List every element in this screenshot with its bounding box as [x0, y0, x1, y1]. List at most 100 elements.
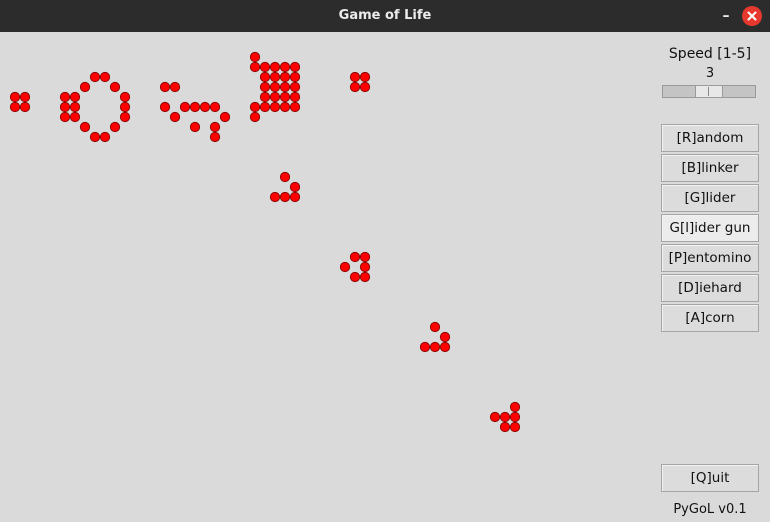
live-cell: [499, 421, 511, 433]
version-label: PyGoL v0.1: [673, 502, 747, 517]
live-cell: [189, 121, 201, 133]
live-cell: [279, 71, 291, 83]
live-cell: [269, 91, 281, 103]
live-cell: [79, 121, 91, 133]
live-cell: [269, 101, 281, 113]
live-cell: [169, 111, 181, 123]
live-cell: [349, 71, 361, 83]
live-cell: [209, 121, 221, 133]
live-cell: [439, 341, 451, 353]
live-cell: [59, 91, 71, 103]
live-cell: [359, 271, 371, 283]
diehard-button[interactable]: [D]iehard: [661, 274, 759, 302]
live-cell: [289, 191, 301, 203]
live-cell: [279, 81, 291, 93]
live-cell: [509, 421, 521, 433]
live-cell: [169, 81, 181, 93]
live-cell: [489, 411, 501, 423]
app-window: Game of Life – Speed [1-5] 3 [R]andom [B…: [0, 0, 770, 522]
live-cell: [279, 191, 291, 203]
live-cell: [99, 71, 111, 83]
live-cell: [279, 91, 291, 103]
close-icon: [747, 11, 757, 21]
live-cell: [119, 111, 131, 123]
pentomino-button[interactable]: [P]entomino: [661, 244, 759, 272]
live-cell: [279, 171, 291, 183]
live-cell: [259, 81, 271, 93]
blinker-button[interactable]: [B]linker: [661, 154, 759, 182]
live-cell: [359, 261, 371, 273]
live-cell: [289, 181, 301, 193]
live-cell: [119, 91, 131, 103]
live-cell: [279, 61, 291, 73]
live-cell: [119, 101, 131, 113]
live-cell: [259, 61, 271, 73]
live-cell: [209, 101, 221, 113]
live-cell: [349, 81, 361, 93]
live-cell: [279, 101, 291, 113]
live-cell: [109, 81, 121, 93]
live-cell: [289, 101, 301, 113]
control-panel: Speed [1-5] 3 [R]andom [B]linker [G]lide…: [650, 32, 770, 522]
speed-slider-thumb[interactable]: [695, 85, 723, 98]
live-cell: [509, 401, 521, 413]
live-cell: [9, 91, 21, 103]
live-cell: [289, 61, 301, 73]
glider-gun-button[interactable]: G[l]ider gun: [661, 214, 759, 242]
live-cell: [59, 101, 71, 113]
live-cell: [79, 81, 91, 93]
live-cell: [219, 111, 231, 123]
live-cell: [269, 191, 281, 203]
live-cell: [69, 111, 81, 123]
live-cell: [359, 81, 371, 93]
live-cell: [159, 101, 171, 113]
game-board[interactable]: [0, 32, 650, 522]
live-cell: [59, 111, 71, 123]
live-cell: [89, 71, 101, 83]
live-cell: [69, 91, 81, 103]
live-cell: [269, 81, 281, 93]
live-cell: [419, 341, 431, 353]
title-bar: Game of Life –: [0, 0, 770, 32]
live-cell: [359, 71, 371, 83]
live-cell: [289, 91, 301, 103]
live-cell: [439, 331, 451, 343]
random-button[interactable]: [R]andom: [661, 124, 759, 152]
live-cell: [209, 131, 221, 143]
live-cell: [269, 61, 281, 73]
minimize-button[interactable]: –: [716, 6, 736, 26]
live-cell: [69, 101, 81, 113]
live-cell: [19, 91, 31, 103]
live-cell: [199, 101, 211, 113]
live-cell: [359, 251, 371, 263]
live-cell: [249, 101, 261, 113]
live-cell: [249, 51, 261, 63]
glider-button[interactable]: [G]lider: [661, 184, 759, 212]
window-title: Game of Life: [338, 8, 432, 23]
live-cell: [89, 131, 101, 143]
live-cell: [259, 91, 271, 103]
quit-button[interactable]: [Q]uit: [661, 464, 759, 492]
live-cell: [9, 101, 21, 113]
speed-slider[interactable]: [662, 85, 756, 98]
live-cell: [289, 71, 301, 83]
speed-label: Speed [1-5]: [668, 46, 752, 62]
live-cell: [99, 131, 111, 143]
acorn-button[interactable]: [A]corn: [661, 304, 759, 332]
live-cell: [509, 411, 521, 423]
live-cell: [259, 101, 271, 113]
close-button[interactable]: [742, 6, 762, 26]
live-cell: [109, 121, 121, 133]
live-cell: [349, 271, 361, 283]
live-cell: [179, 101, 191, 113]
live-cell: [159, 81, 171, 93]
speed-value: 3: [705, 66, 715, 81]
live-cell: [249, 61, 261, 73]
live-cell: [249, 111, 261, 123]
live-cell: [259, 71, 271, 83]
live-cell: [499, 411, 511, 423]
live-cell: [339, 261, 351, 273]
live-cell: [19, 101, 31, 113]
live-cell: [429, 341, 441, 353]
live-cell: [289, 81, 301, 93]
